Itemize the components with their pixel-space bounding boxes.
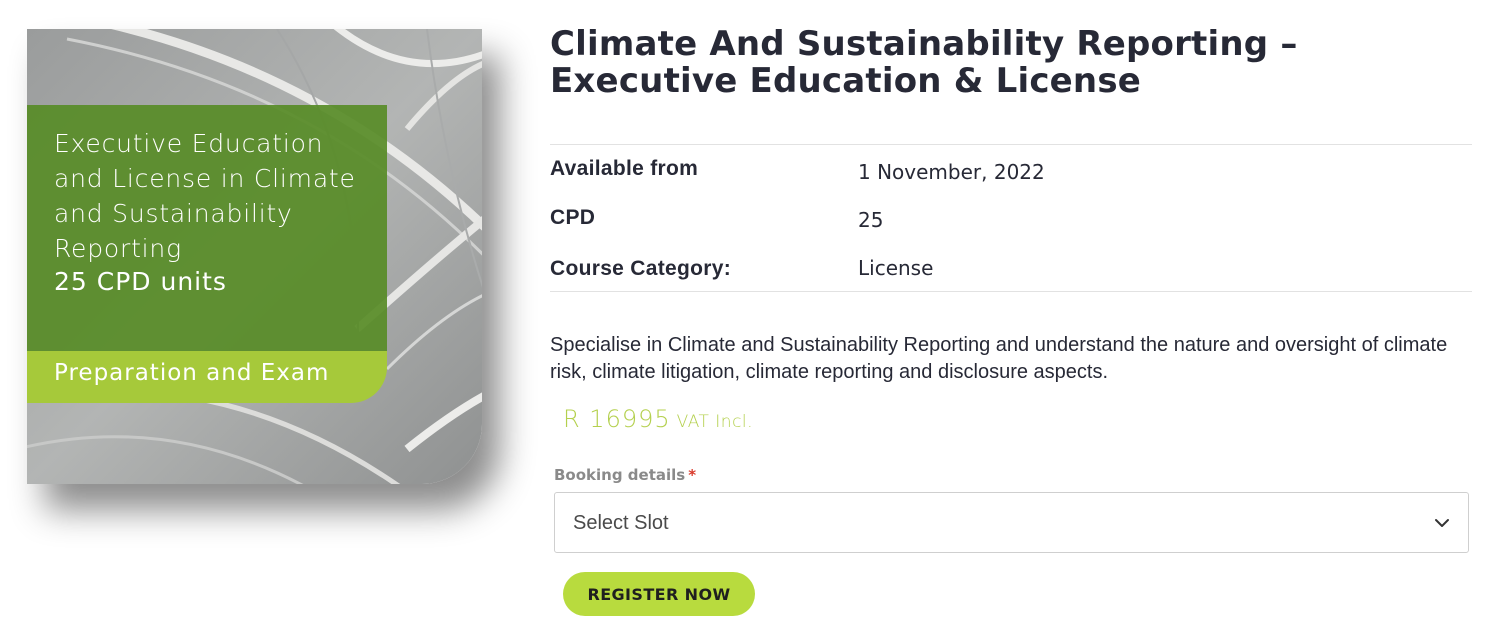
panel-line: Executive Education — [54, 129, 324, 158]
price-vat-note: VAT Incl. — [676, 412, 754, 432]
meta-label-available-from: Available from — [550, 157, 699, 180]
panel-line: and License in Climate — [54, 164, 356, 193]
meta-value-cpd: 25 — [858, 208, 884, 232]
product-image: Executive Education and License in Clima… — [27, 29, 482, 484]
booking-label-text: Booking details — [554, 466, 686, 484]
price-amount: R 16995 — [563, 405, 671, 433]
meta-label-cpd: CPD — [550, 206, 596, 229]
register-now-button[interactable]: REGISTER NOW — [563, 572, 755, 616]
booking-details-label: Booking details * — [554, 466, 696, 484]
product-description: Specialise in Climate and Sustainability… — [550, 334, 1448, 383]
panel-subtitle: Preparation and Exam — [54, 360, 330, 386]
required-marker: * — [688, 466, 697, 484]
meta-label-course-category: Course Category: — [550, 257, 732, 280]
slot-select[interactable]: Select Slot — [554, 492, 1469, 553]
slot-select-value: Select Slot — [573, 512, 669, 534]
chevron-down-icon — [1435, 519, 1449, 527]
divider — [550, 144, 1472, 145]
panel-heading: Executive Education and License in Clima… — [54, 126, 374, 266]
price: R 16995 VAT Incl. — [563, 405, 753, 433]
panel-line: Reporting — [54, 234, 182, 263]
meta-value-available-from: 1 November, 2022 — [858, 160, 1045, 184]
product-title: Climate And Sustainability Reporting – E… — [550, 24, 1298, 101]
divider — [550, 291, 1472, 292]
panel-cpd-units: 25 CPD units — [54, 267, 227, 296]
meta-value-course-category: License — [858, 256, 934, 280]
panel-line: and Sustainability — [54, 199, 293, 228]
